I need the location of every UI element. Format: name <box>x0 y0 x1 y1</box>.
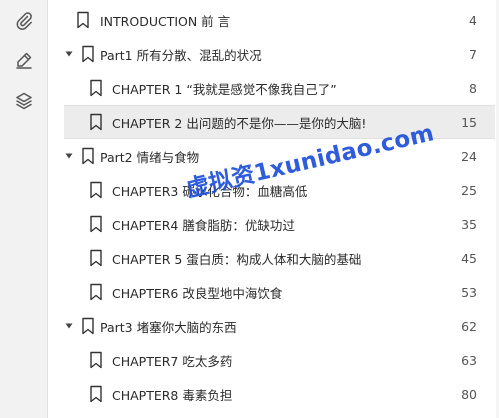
bookmark-icon <box>88 215 104 233</box>
toc-chapter-row[interactable]: CHAPTER8 毒素负担 80 <box>48 377 499 411</box>
toc-chapter-row[interactable]: CHAPTER4 膳食脂肪：优缺功过 35 <box>48 207 499 241</box>
caret-down-icon[interactable] <box>64 151 74 161</box>
toc-page-number: 62 <box>461 318 477 334</box>
bookmark-icon <box>88 181 104 199</box>
toc-page-number: 53 <box>461 284 477 300</box>
toc-item-label: INTRODUCTION 前 言 <box>100 13 231 29</box>
caret-down-icon[interactable] <box>64 49 74 59</box>
toc-chapter-row[interactable]: CHAPTER6 改良型地中海饮食 53 <box>48 275 499 309</box>
toc-page-number: 25 <box>461 182 477 198</box>
bookmark-icon <box>88 351 104 369</box>
bookmark-icon <box>88 385 104 403</box>
toc-page-number: 24 <box>461 148 477 164</box>
bookmark-icon <box>88 283 104 301</box>
toc-item-label: CHAPTER7 吃太多药 <box>112 353 233 369</box>
toc-item-label: Part1 所有分散、混乱的状况 <box>100 47 262 63</box>
toc-part-row[interactable]: Part1 所有分散、混乱的状况 7 <box>48 37 499 71</box>
toc-item-label: CHAPTER 5 蛋白质：构成人体和大脑的基础 <box>112 251 362 267</box>
toc-item-label: CHAPTER 1 “我就是感觉不像我自己了” <box>112 81 337 97</box>
toc-item-label: CHAPTER8 毒素负担 <box>112 387 233 403</box>
layers-icon[interactable] <box>12 89 36 113</box>
app-window: INTRODUCTION 前 言 4 Part1 所有分散、混乱的状况 7 CHAPTE… <box>0 0 499 418</box>
toc-chapter-row[interactable]: CHAPTER 1 “我就是感觉不像我自己了” 8 <box>48 71 499 105</box>
sidebar-rail <box>0 0 48 418</box>
toc-page-number: 4 <box>469 12 477 28</box>
toc-item-label: CHAPTER 2 出问题的不是你——是你的大脑! <box>112 115 367 131</box>
toc-page-number: 8 <box>469 80 477 96</box>
bookmark-icon <box>75 11 91 29</box>
bookmark-icon <box>80 45 96 63</box>
bookmark-icon <box>80 147 96 165</box>
toc-item-label: Part2 情绪与食物 <box>100 149 200 165</box>
toc-chapter-row[interactable]: INTRODUCTION 前 言 4 <box>48 3 499 37</box>
caret-down-icon[interactable] <box>64 321 74 331</box>
toc-page-number: 80 <box>461 386 477 402</box>
toc-page-number: 63 <box>461 352 477 368</box>
toc-chapter-row[interactable]: CHAPTER 5 蛋白质：构成人体和大脑的基础 45 <box>48 241 499 275</box>
bookmark-icon <box>88 79 104 97</box>
toc-page-number: 7 <box>469 46 477 62</box>
paperclip-icon[interactable] <box>12 8 36 32</box>
toc-page-number: 45 <box>461 250 477 266</box>
toc-page-number: 15 <box>461 114 477 130</box>
toc-item-label: CHAPTER4 膳食脂肪：优缺功过 <box>112 217 295 233</box>
toc-part-row[interactable]: Part3 堵塞你大脑的东西 62 <box>48 309 499 343</box>
toc-page-number: 35 <box>461 216 477 232</box>
bookmark-icon <box>80 317 96 335</box>
bookmark-icon <box>88 249 104 267</box>
toc-item-label: CHAPTER6 改良型地中海饮食 <box>112 285 283 301</box>
pen-icon[interactable] <box>12 48 36 72</box>
toc-item-label: Part3 堵塞你大脑的东西 <box>100 319 237 335</box>
toc-chapter-row[interactable]: CHAPTER7 吃太多药 63 <box>48 343 499 377</box>
table-of-contents: INTRODUCTION 前 言 4 Part1 所有分散、混乱的状况 7 CHAPTE… <box>48 0 499 418</box>
bookmark-icon <box>88 113 104 131</box>
